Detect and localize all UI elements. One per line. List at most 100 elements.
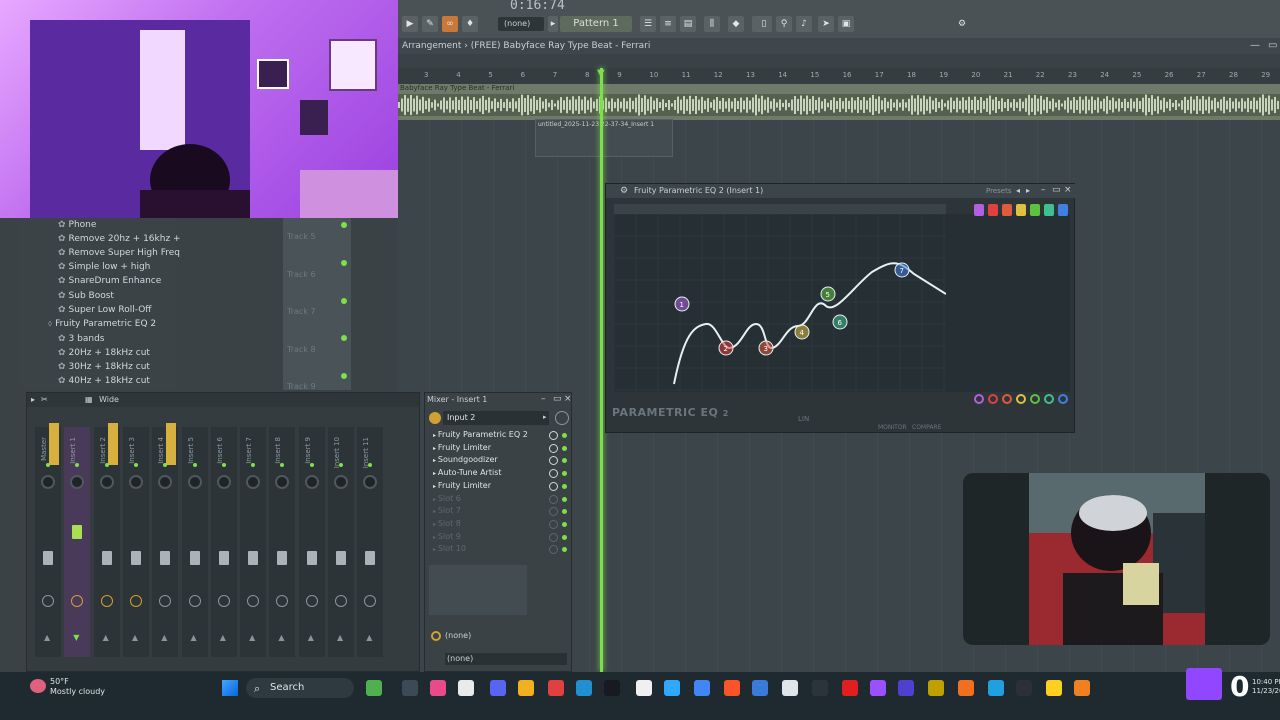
insert-slot[interactable]: ▸ Slot 8 [433, 519, 567, 530]
fx-toggle-icon[interactable] [42, 595, 54, 607]
insert-slot[interactable]: ▸ Soundgoodizer [433, 455, 567, 466]
fx-toggle-icon[interactable] [100, 595, 113, 607]
track-mute-led[interactable] [341, 298, 347, 304]
mixer-strip[interactable]: Insert 9 ▲ [298, 427, 325, 657]
taskbar-clock[interactable]: 10:40 PM 11/23/2025 [1252, 678, 1280, 696]
route-arrow-icon[interactable]: ▲ [366, 633, 372, 642]
route-arrow-icon[interactable]: ▲ [220, 633, 226, 642]
pan-knob[interactable] [70, 475, 85, 489]
slot-enable-led[interactable] [562, 521, 567, 527]
pan-knob[interactable] [246, 475, 261, 489]
slot-enable-led[interactable] [562, 445, 567, 451]
route-select-2[interactable]: (none) [445, 653, 567, 665]
brave-icon[interactable] [724, 680, 740, 696]
timeline-ruler[interactable]: 3 4 5 6 7 8 9 10 11 12 13 14 15 16 17 18 19 20 21 22 23 24 25 2… [398, 68, 1280, 84]
weather-icon[interactable] [30, 679, 46, 693]
pan-knob[interactable] [275, 475, 290, 489]
mixer-tool-icon[interactable]: ✂ [41, 395, 48, 404]
pen-icon[interactable]: ✎ [422, 16, 438, 32]
link-icon[interactable]: ∞ [442, 16, 458, 32]
insert-slot[interactable]: ▸ Slot 6 [433, 494, 567, 505]
insert-panel-min-icon[interactable]: – [541, 394, 546, 404]
playlist-icon[interactable]: ☰ [640, 16, 656, 32]
browser-item[interactable]: ✿ Sub Boost [58, 291, 114, 301]
audio-clip-track[interactable]: Babyface Ray Type Beat - Ferrari [398, 84, 1280, 120]
slot-enable-led[interactable] [562, 496, 567, 502]
eq-presets[interactable]: Presets [986, 187, 1011, 195]
track-header[interactable]: Track 9 [287, 382, 316, 391]
insert-slot[interactable]: ▸ Fruity Limiter [433, 481, 567, 492]
slot-mix-knob[interactable] [549, 456, 558, 466]
app-icon[interactable] [458, 680, 474, 696]
insert-slot[interactable]: ▸ Fruity Limiter [433, 443, 567, 454]
eq-band-type-button[interactable] [1002, 204, 1012, 216]
eq-max-icon[interactable]: ▭ [1052, 185, 1061, 195]
input-select[interactable]: Input 2 [443, 411, 549, 425]
teams-icon[interactable] [898, 680, 914, 696]
strip-active-led[interactable] [75, 463, 80, 467]
browser-item[interactable]: ✿ 40Hz + 18kHz cut [58, 376, 150, 386]
start-icon[interactable] [222, 680, 238, 696]
steam-icon[interactable] [604, 680, 620, 696]
opera-icon[interactable] [842, 680, 858, 696]
send-icon[interactable]: ➤ [818, 16, 834, 32]
app-icon[interactable] [1046, 680, 1062, 696]
mixer-strip[interactable]: Insert 8 ▲ [269, 427, 296, 657]
route-select-1[interactable]: (none) [445, 631, 471, 640]
slot-enable-led[interactable] [562, 509, 567, 515]
fx-toggle-icon[interactable] [247, 595, 260, 607]
slot-mix-knob[interactable] [549, 481, 558, 491]
browser-item[interactable]: ✿ Phone [58, 220, 96, 230]
slot-mix-knob[interactable] [549, 469, 558, 479]
volume-fader[interactable] [218, 551, 229, 565]
slot-mix-knob[interactable] [549, 545, 558, 555]
file-icon[interactable]: ▯ [756, 16, 772, 32]
slot-enable-led[interactable] [562, 483, 567, 489]
stereo-separation-graph[interactable] [429, 565, 527, 615]
volume-fader[interactable] [160, 551, 171, 565]
browser-item[interactable]: ✿ 20Hz + 18kHz cut [58, 348, 150, 358]
file-explorer-icon[interactable] [402, 680, 418, 696]
mixer-strip[interactable]: Insert 3 ▲ [122, 427, 149, 657]
pattern-prev-icon[interactable]: ▸ [548, 16, 558, 32]
browser-item[interactable]: ✿ Super Low Roll-Off [58, 305, 152, 315]
route-arrow-icon[interactable]: ▲ [249, 633, 255, 642]
strip-active-led[interactable] [251, 463, 256, 467]
weather-widget[interactable]: 50°F Mostly cloudy [50, 677, 105, 697]
strip-active-led[interactable] [104, 463, 109, 467]
eq-min-icon[interactable]: – [1041, 185, 1046, 195]
insert-slot[interactable]: ▸ Auto-Tune Artist [433, 468, 567, 479]
browser-item[interactable]: ✿ SnareDrum Enhance [58, 276, 161, 286]
strip-active-led[interactable] [192, 463, 197, 467]
pan-knob[interactable] [187, 475, 202, 489]
app-icon[interactable] [928, 680, 944, 696]
track-header[interactable]: Track 5 [287, 232, 316, 241]
slot-mix-knob[interactable] [549, 532, 558, 542]
fx-toggle-icon[interactable] [305, 595, 318, 607]
browser-item[interactable]: ✿ Remove Super High Freq [58, 248, 180, 258]
insert-slot[interactable]: ▸ Fruity Parametric EQ 2 [433, 430, 567, 441]
arrangement-min-icon[interactable]: — [1250, 40, 1260, 51]
app-icon[interactable] [958, 680, 974, 696]
volume-fader[interactable] [43, 551, 53, 565]
pan-knob[interactable] [41, 475, 55, 489]
app-icon[interactable] [576, 680, 592, 696]
browser-item[interactable]: ✿ 30Hz + 18kHz cut [58, 362, 150, 372]
edge-icon[interactable] [752, 680, 768, 696]
track-mute-led[interactable] [341, 335, 347, 341]
photoshop-icon[interactable] [664, 680, 680, 696]
volume-fader[interactable] [130, 551, 141, 565]
insert-settings-icon[interactable] [555, 411, 569, 425]
app-icon[interactable] [1016, 680, 1032, 696]
mixer-strip[interactable]: Insert 2 ▲ [93, 423, 120, 657]
route-arrow-icon[interactable]: ▲ [161, 633, 167, 642]
eq-band-type-button[interactable] [974, 204, 984, 216]
eq-compare-label[interactable]: COMPARE [912, 424, 941, 431]
fx-toggle-icon[interactable] [217, 595, 230, 607]
slot-mix-knob[interactable] [549, 431, 558, 440]
slot-enable-led[interactable] [562, 433, 567, 438]
discord-icon[interactable] [490, 680, 506, 696]
strip-active-led[interactable] [339, 463, 343, 467]
fx-toggle-icon[interactable] [71, 595, 84, 607]
route-arrow-icon[interactable]: ▼ [73, 633, 79, 642]
